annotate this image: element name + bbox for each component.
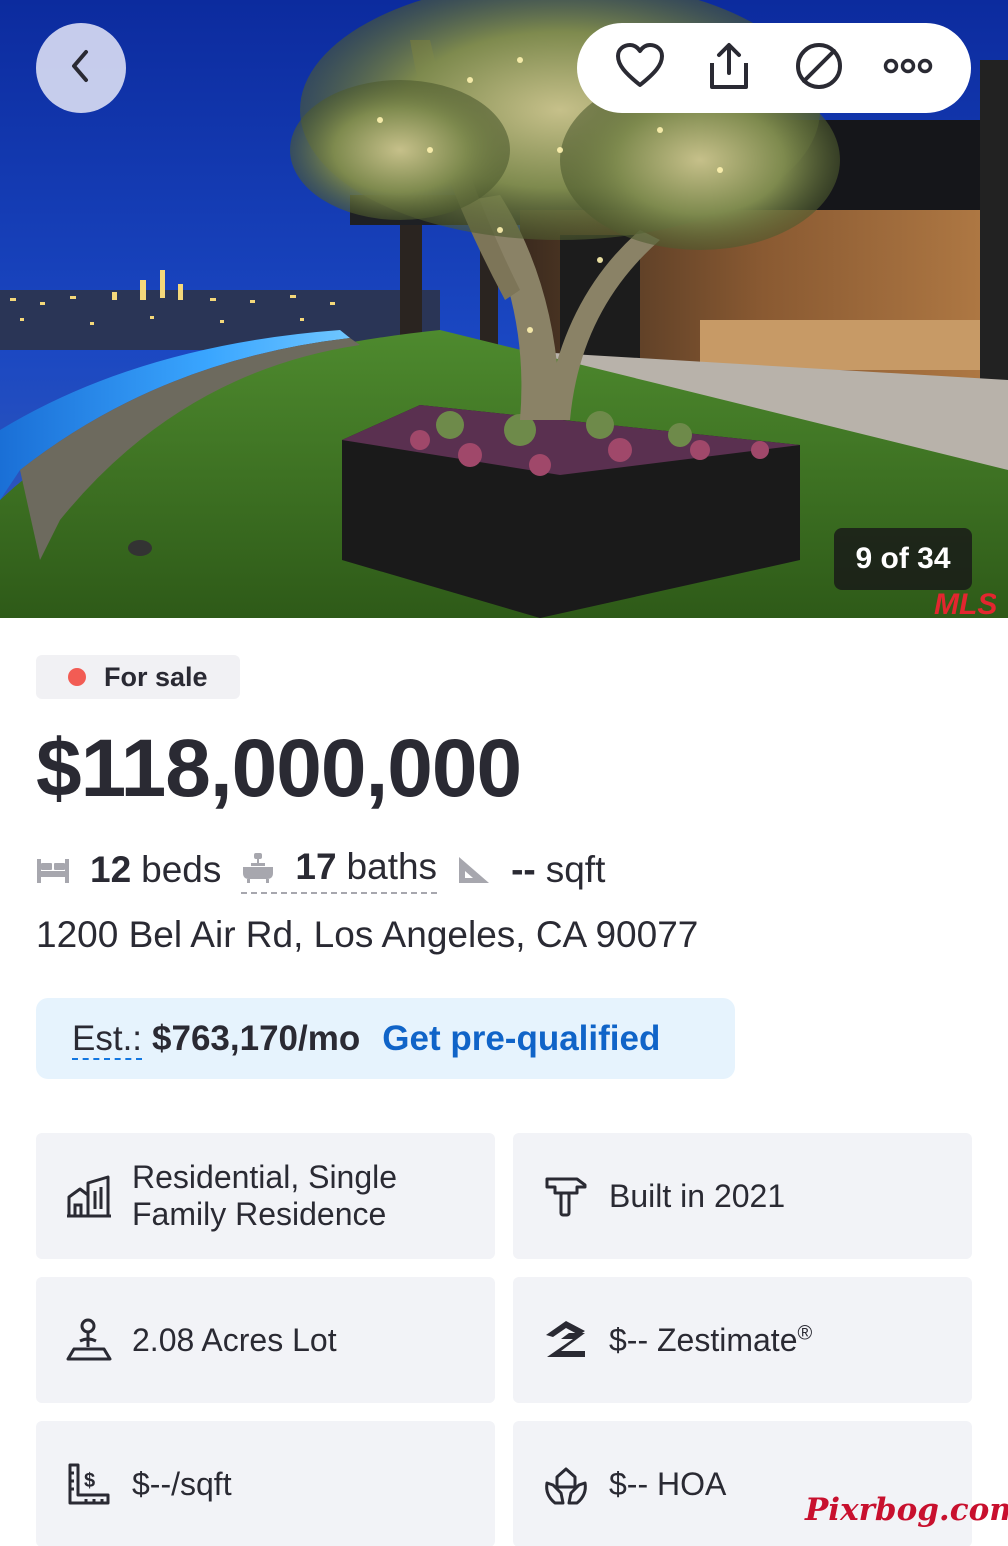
price-per-sqft-card: $ $--/sqft	[36, 1421, 495, 1546]
baths-value: 17	[295, 846, 337, 887]
save-button[interactable]	[608, 36, 672, 100]
bed-bath-sqft-row: 12 beds 17 baths -- sqft	[36, 840, 605, 900]
year-built-card: Built in 2021	[513, 1133, 972, 1259]
sqft-value: --	[511, 849, 536, 890]
beds-value: 12	[90, 849, 132, 890]
estimated-payment-banner: Est.: $763,170/mo Get pre-qualified	[36, 998, 735, 1079]
lot-icon	[64, 1315, 114, 1365]
year-built-text: Built in 2021	[609, 1177, 786, 1214]
status-badge: For sale	[36, 655, 240, 699]
area-icon	[457, 855, 491, 885]
mls-logo: MLS	[934, 588, 996, 618]
sqft-fact: -- sqft	[457, 849, 605, 891]
listing-actions-bar	[577, 23, 971, 113]
status-dot-icon	[68, 668, 86, 686]
hide-button[interactable]	[787, 36, 851, 100]
zillow-icon	[541, 1315, 591, 1365]
status-text: For sale	[104, 661, 208, 692]
sqft-unit: sqft	[545, 849, 606, 890]
bed-icon	[36, 857, 70, 883]
baths-unit: baths	[346, 846, 438, 887]
photo-counter: 9 of 34	[834, 528, 972, 590]
hoa-icon	[541, 1459, 591, 1509]
listing-price: $118,000,000	[36, 723, 522, 814]
watermark: Pixrbog.com	[805, 1492, 1008, 1528]
hammer-icon	[541, 1171, 591, 1221]
baths-fact[interactable]: 17 baths	[241, 846, 438, 894]
zestimate-card[interactable]: $-- Zestimate®	[513, 1277, 972, 1403]
registered-mark: ®	[797, 1321, 813, 1344]
hide-icon	[794, 41, 844, 96]
listing-address: 1200 Bel Air Rd, Los Angeles, CA 90077	[36, 914, 699, 955]
beds-fact: 12 beds	[36, 849, 221, 891]
est-payment-value: $763,170/mo	[152, 1018, 361, 1058]
building-icon	[64, 1171, 114, 1221]
svg-text:$: $	[84, 1470, 95, 1492]
est-payment-label[interactable]: Est.:	[72, 1017, 143, 1060]
more-button[interactable]	[876, 36, 940, 100]
home-type-card: Residential, Single Family Residence	[36, 1133, 495, 1259]
zestimate-text: $-- Zestimate	[609, 1321, 798, 1358]
lot-size-card: 2.08 Acres Lot	[36, 1277, 495, 1403]
beds-unit: beds	[141, 849, 222, 890]
chevron-left-icon	[66, 48, 96, 89]
hoa-text: $-- HOA	[609, 1465, 727, 1502]
lot-size-text: 2.08 Acres Lot	[132, 1321, 337, 1358]
share-icon	[704, 41, 754, 96]
get-pre-qualified-link[interactable]: Get pre-qualified	[382, 1019, 660, 1059]
share-button[interactable]	[697, 36, 761, 100]
heart-icon	[615, 42, 665, 94]
home-type-line1: Residential, Single	[132, 1159, 398, 1195]
listing-photo-gallery[interactable]: 9 of 34 MLS	[0, 0, 1008, 618]
mls-logo-text: MLS	[934, 588, 996, 618]
bathtub-icon	[241, 851, 275, 883]
home-type-line2: Family Residence	[132, 1196, 387, 1232]
more-icon	[883, 56, 933, 81]
price-per-sqft-text: $--/sqft	[132, 1465, 232, 1502]
price-per-sqft-icon: $	[64, 1459, 114, 1509]
back-button[interactable]	[36, 23, 126, 113]
